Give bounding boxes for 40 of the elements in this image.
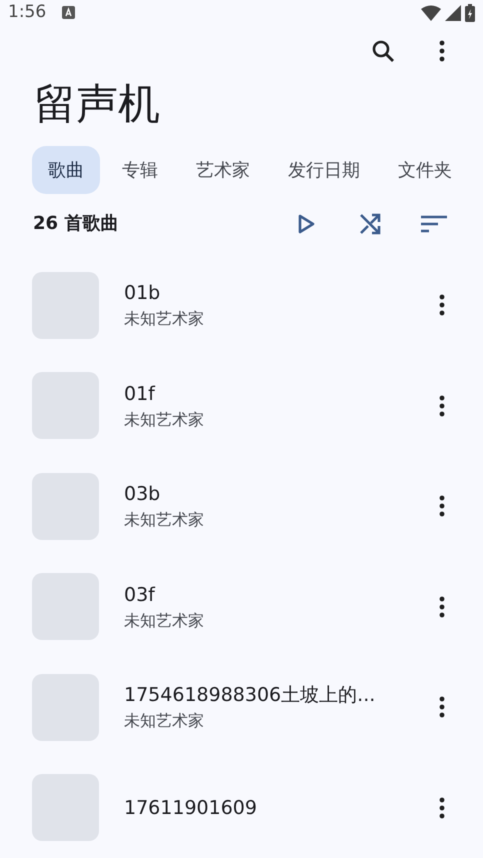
search-icon[interactable]	[371, 38, 395, 63]
tab[interactable]: 艺术家	[180, 146, 266, 194]
keyboard-icon	[62, 6, 76, 20]
song-count: 26 首歌曲	[33, 212, 120, 236]
more-icon[interactable]	[439, 596, 445, 618]
album-art	[32, 774, 99, 842]
battery-icon	[465, 4, 475, 22]
wifi-icon	[421, 4, 441, 21]
signal-icon	[445, 4, 461, 21]
tab[interactable]: 文件夹	[382, 146, 468, 194]
album-art	[32, 472, 99, 540]
song-title: 1754618988306土坡上的...	[124, 683, 376, 708]
song-title: 01f	[124, 382, 156, 407]
more-icon[interactable]	[439, 495, 445, 518]
more-icon[interactable]	[439, 394, 445, 417]
app-title: 留声机	[33, 78, 161, 130]
more-icon[interactable]	[439, 796, 445, 819]
album-art	[32, 372, 99, 440]
more-icon[interactable]	[439, 696, 445, 718]
album-art	[32, 272, 99, 339]
song-artist: 未知艺术家	[124, 509, 205, 532]
song-artist: 未知艺术家	[124, 408, 205, 431]
play-icon[interactable]	[297, 214, 315, 234]
song-artist: 未知艺术家	[124, 308, 205, 330]
tab[interactable]: 发行日期	[272, 146, 376, 194]
more-icon[interactable]	[439, 40, 445, 62]
shuffle-icon[interactable]	[359, 212, 381, 234]
song-artist: 未知艺术家	[124, 610, 205, 632]
tab[interactable]: 专辑	[106, 146, 174, 194]
song-title: 17611901609	[124, 796, 258, 821]
album-art	[32, 674, 99, 741]
tab[interactable]: 歌曲	[32, 146, 100, 194]
status-time: 1:56	[8, 1, 46, 24]
song-title: 01b	[124, 281, 162, 306]
song-title: 03b	[124, 482, 162, 508]
song-title: 03f	[124, 582, 156, 608]
album-art	[32, 573, 99, 640]
sort-icon[interactable]	[421, 214, 447, 232]
more-icon[interactable]	[439, 294, 445, 316]
song-artist: 未知艺术家	[124, 710, 205, 732]
